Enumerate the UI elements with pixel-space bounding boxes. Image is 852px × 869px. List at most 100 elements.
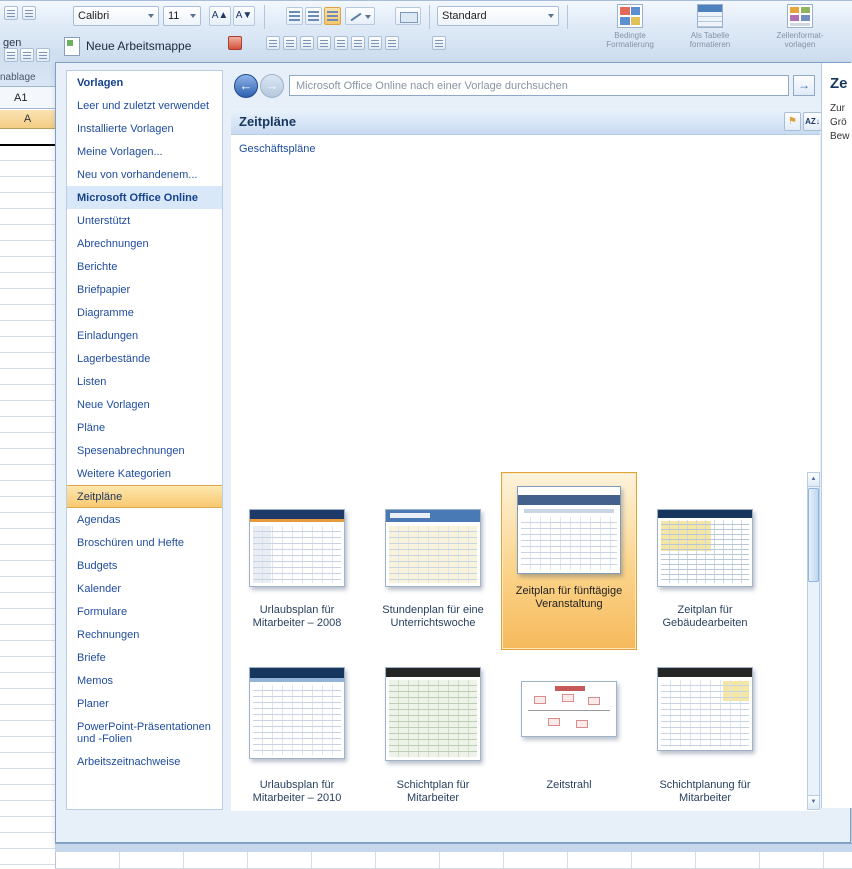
merge-cells-button[interactable] [395,7,421,25]
name-box[interactable]: A1 [0,86,55,109]
template-card-stundenplan[interactable]: Stundenplan für eine Unterrichtswoche [369,503,497,643]
sidebar-item-listen[interactable]: Listen [67,370,222,393]
align-top-button[interactable] [286,7,303,25]
sidebar-item-lagerbestaende[interactable]: Lagerbestände [67,347,222,370]
sidebar-item-spesenabrechnungen[interactable]: Spesenabrechnungen [67,439,222,462]
ribbon-small-icon[interactable] [317,36,331,50]
template-label: Stundenplan für eine Unterrichtswoche [370,604,496,630]
shrink-font-button[interactable]: A▼ [233,6,255,26]
sidebar-item-kalender[interactable]: Kalender [67,577,222,600]
worksheet-bottom-cells[interactable] [55,852,852,869]
sidebar-item-briefe[interactable]: Briefe [67,646,222,669]
template-card-zeitstrahl[interactable]: Zeitstrahl [505,661,633,811]
ribbon-small-icon[interactable] [300,36,314,50]
gallery-scrollbar[interactable]: ▲ ▼ [807,472,820,810]
clipboard-group-label-fragment: nablage [0,72,36,83]
font-name-value: Calibri [78,10,109,22]
preview-title-fragment: Ze [830,75,848,92]
quick-access-button[interactable] [4,6,18,20]
sidebar-item-berichte[interactable]: Berichte [67,255,222,278]
sidebar-item-meine-vorlagen[interactable]: Meine Vorlagen... [67,140,222,163]
ribbon-small-icon[interactable] [266,36,280,50]
sidebar-item-diagramme[interactable]: Diagramme [67,301,222,324]
sort-button[interactable]: AZ↓ [803,112,822,131]
worksheet-grid[interactable] [0,129,55,869]
cell-styles-button[interactable]: Zellenformat- vorlagen [762,4,838,49]
preview-field-fragment: Zur [830,103,845,114]
sidebar-item-memos[interactable]: Memos [67,669,222,692]
template-thumbnail [517,486,621,574]
ribbon-small-icon[interactable] [228,36,242,50]
sidebar-item-plaene[interactable]: Pläne [67,416,222,439]
sidebar-item-formulare[interactable]: Formulare [67,600,222,623]
template-card-schichtplan[interactable]: Schichtplan für Mitarbeiter [369,661,497,811]
grow-font-button[interactable]: A▲ [209,6,231,26]
sidebar-item-neue-vorlagen[interactable]: Neue Vorlagen [67,393,222,416]
cell-selection-border [0,144,55,146]
sidebar-item-rechnungen[interactable]: Rechnungen [67,623,222,646]
ribbon-separator [264,5,265,29]
ribbon-small-icon[interactable] [385,36,399,50]
template-search-input[interactable] [289,75,789,96]
sidebar-item-arbeitszeitnachweise[interactable]: Arbeitszeitnachweise [67,750,222,773]
quick-access-button[interactable] [22,6,36,20]
sidebar-item-budgets[interactable]: Budgets [67,554,222,577]
template-thumbnail [385,667,481,761]
number-format-value: Standard [442,10,487,22]
sidebar-item-einladungen[interactable]: Einladungen [67,324,222,347]
sidebar-item-zeitplaene[interactable]: Zeitpläne [67,485,222,508]
format-as-table-button[interactable]: Als Tabelle formatieren [672,4,748,49]
font-name-select[interactable]: Calibri [73,6,159,26]
cut-icon[interactable] [4,48,18,62]
column-header-a[interactable]: A [0,110,55,129]
template-card-schichtplanung[interactable]: Schichtplanung für Mitarbeiter [641,661,769,811]
align-bottom-button[interactable] [324,7,341,25]
sidebar-item-neu-von-vorhandenem[interactable]: Neu von vorhandenem... [67,163,222,186]
sidebar-item-installierte-vorlagen[interactable]: Installierte Vorlagen [67,117,222,140]
template-label: Zeitplan für Gebäudearbeiten [642,604,768,630]
breadcrumb-geschaeftsplaene[interactable]: Geschäftspläne [239,143,315,155]
sidebar-item-powerpoint-praesentationen[interactable]: PowerPoint-Präsentationen und -Folien [67,715,222,750]
text-orientation-button[interactable] [345,7,375,25]
scrollbar-thumb[interactable] [808,488,819,582]
sidebar-item-unterstuetzt[interactable]: Unterstützt [67,209,222,232]
chevron-down-icon [148,14,154,18]
sidebar-item-planer[interactable]: Planer [67,692,222,715]
template-card-urlaubsplan-2008[interactable]: Urlaubsplan für Mitarbeiter – 2008 [233,503,361,643]
conditional-formatting-button[interactable]: Bedingte Formatierung [592,4,668,49]
font-size-select[interactable]: 11 [163,6,201,26]
template-thumbnail [521,681,617,737]
ribbon-small-icon[interactable] [432,36,446,50]
template-thumbnail [249,667,345,759]
search-go-button[interactable]: → [793,75,815,96]
font-size-value: 11 [168,10,179,22]
flag-filter-button[interactable]: ⚑ [784,112,801,131]
sidebar-item-leer-und-zuletzt-verwendet[interactable]: Leer und zuletzt verwendet [67,94,222,117]
format-painter-icon[interactable] [36,48,50,62]
sidebar-item-weitere-kategorien[interactable]: Weitere Kategorien [67,462,222,485]
sidebar-header: Vorlagen [67,71,222,94]
sidebar-item-broschueren-und-hefte[interactable]: Broschüren und Hefte [67,531,222,554]
forward-button[interactable]: → [260,74,284,98]
copy-icon[interactable] [20,48,34,62]
sidebar-item-agendas[interactable]: Agendas [67,508,222,531]
align-middle-button[interactable] [305,7,322,25]
dialog-title: Neue Arbeitsmappe [86,39,191,53]
ribbon-small-icon[interactable] [334,36,348,50]
template-card-zeitplan-fuenftaegige-selected[interactable]: Zeitplan für fünftägige Veranstaltung [501,472,637,650]
scroll-up-button[interactable]: ▲ [808,473,819,487]
template-thumbnail [657,667,753,751]
scroll-down-button[interactable]: ▼ [808,795,819,809]
number-format-select[interactable]: Standard [437,6,559,26]
template-label: Urlaubsplan für Mitarbeiter – 2010 [234,779,360,805]
big-button-caption: Als Tabelle formatieren [690,31,730,49]
sidebar-item-abrechnungen[interactable]: Abrechnungen [67,232,222,255]
ribbon-small-icon[interactable] [368,36,382,50]
new-workbook-dialog: Vorlagen Leer und zuletzt verwendet Inst… [55,62,851,843]
ribbon-small-icon[interactable] [351,36,365,50]
template-card-gebaeudearbeiten[interactable]: Zeitplan für Gebäudearbeiten [641,503,769,643]
ribbon-small-icon[interactable] [283,36,297,50]
sidebar-item-briefpapier[interactable]: Briefpapier [67,278,222,301]
template-card-urlaubsplan-2010[interactable]: Urlaubsplan für Mitarbeiter – 2010 [233,661,361,811]
back-button[interactable]: ← [234,74,258,98]
